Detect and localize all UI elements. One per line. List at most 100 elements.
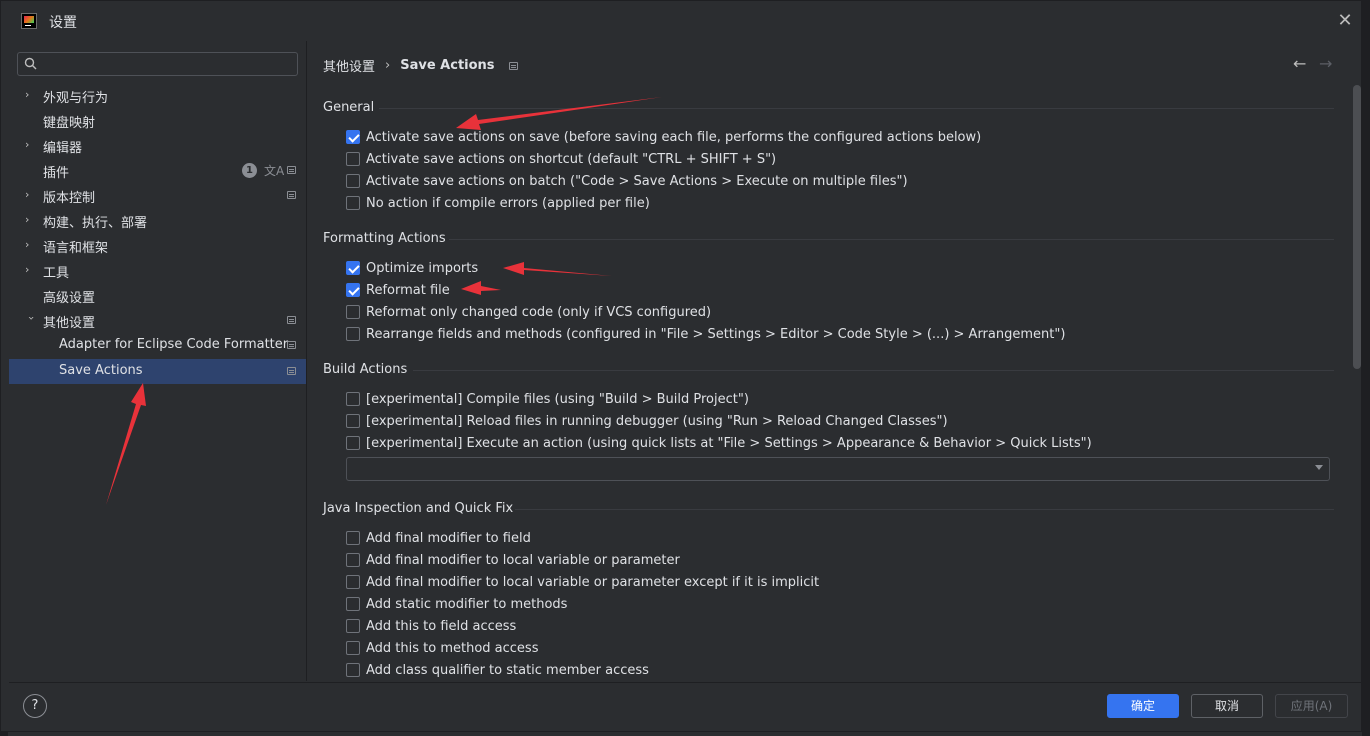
option-final-local-variable-except-implicit[interactable]: Add final modifier to local variable or … <box>346 572 819 592</box>
option-reformat-file[interactable]: Reformat file <box>346 280 450 300</box>
checkbox-checked[interactable] <box>346 261 360 275</box>
section-general-title: General <box>323 100 375 115</box>
sidebar-item-version-control[interactable]: › 版本控制 <box>9 183 306 208</box>
option-activate-on-shortcut[interactable]: Activate save actions on shortcut (defau… <box>346 149 776 169</box>
settings-sidebar: › 外观与行为 键盘映射 › 编辑器 插件 1 文A › 版本控制 › 构建、执… <box>9 41 306 681</box>
option-optimize-imports[interactable]: Optimize imports <box>346 258 478 278</box>
option-this-method-access[interactable]: Add this to method access <box>346 638 538 658</box>
checkbox[interactable] <box>346 531 360 545</box>
sidebar-item-label: 编辑器 <box>43 141 83 156</box>
option-label: No action if compile errors (applied per… <box>366 195 650 211</box>
footer-divider <box>9 682 1363 683</box>
ok-button[interactable]: 确定 <box>1107 694 1179 718</box>
chevron-right-icon: › <box>25 88 30 101</box>
project-settings-icon <box>287 316 296 324</box>
sidebar-item-editor[interactable]: › 编辑器 <box>9 133 306 158</box>
section-divider <box>515 509 1334 510</box>
checkbox-checked[interactable] <box>346 283 360 297</box>
option-label: Add this to field access <box>366 618 517 634</box>
sidebar-item-save-actions[interactable]: Save Actions <box>9 359 306 384</box>
option-activate-on-batch[interactable]: Activate save actions on batch ("Code > … <box>346 171 908 191</box>
back-arrow-icon[interactable]: ← <box>1293 54 1306 73</box>
sidebar-item-tools[interactable]: › 工具 <box>9 258 306 283</box>
sidebar-item-languages-frameworks[interactable]: › 语言和框架 <box>9 233 306 258</box>
cancel-button[interactable]: 取消 <box>1191 694 1263 718</box>
option-this-field-access[interactable]: Add this to field access <box>346 616 516 636</box>
breadcrumb: 其他设置 › Save Actions <box>323 56 518 75</box>
option-final-field[interactable]: Add final modifier to field <box>346 528 531 548</box>
sidebar-item-build-execution-deployment[interactable]: › 构建、执行、部署 <box>9 208 306 233</box>
checkbox[interactable] <box>346 597 360 611</box>
checkbox[interactable] <box>346 196 360 210</box>
sidebar-item-label: 其他设置 <box>43 316 96 331</box>
help-icon[interactable]: ? <box>23 694 47 718</box>
option-label: Activate save actions on save (before sa… <box>366 129 982 145</box>
checkbox[interactable] <box>346 663 360 677</box>
sidebar-item-label: 语言和框架 <box>43 241 109 256</box>
sidebar-item-keymap[interactable]: 键盘映射 <box>9 108 306 133</box>
sidebar-item-label: 外观与行为 <box>43 91 109 106</box>
background-strip-right <box>1362 0 1370 736</box>
search-input[interactable] <box>17 52 298 76</box>
option-activate-on-save[interactable]: Activate save actions on save (before sa… <box>346 127 981 147</box>
checkbox[interactable] <box>346 414 360 428</box>
checkbox[interactable] <box>346 553 360 567</box>
section-divider <box>413 370 1334 371</box>
option-label: Reformat only changed code (only if VCS … <box>366 304 712 320</box>
settings-dialog: 设置 ✕ › 外观与行为 键盘映射 › 编辑器 插件 1 文A › 版本控制 ›… <box>0 0 1363 732</box>
project-settings-icon <box>508 61 518 70</box>
checkbox[interactable] <box>346 436 360 450</box>
sidebar-item-other-settings[interactable]: › 其他设置 <box>9 308 306 333</box>
project-settings-icon <box>287 191 296 199</box>
checkbox[interactable] <box>346 305 360 319</box>
checkbox[interactable] <box>346 641 360 655</box>
quick-list-dropdown[interactable] <box>346 457 1330 481</box>
option-execute-action[interactable]: [experimental] Execute an action (using … <box>346 433 1092 453</box>
option-rearrange-fields[interactable]: Rearrange fields and methods (configured… <box>346 324 1065 344</box>
chevron-down-icon: › <box>25 316 38 321</box>
option-final-local-variable[interactable]: Add final modifier to local variable or … <box>346 550 680 570</box>
sidebar-item-plugins[interactable]: 插件 1 文A <box>9 158 306 183</box>
forward-arrow-icon: → <box>1319 54 1333 73</box>
option-no-action-if-compile-errors[interactable]: No action if compile errors (applied per… <box>346 193 650 213</box>
window-title: 设置 <box>49 15 77 31</box>
sidebar-item-eclipse-code-formatter[interactable]: Adapter for Eclipse Code Formatter <box>9 333 306 358</box>
checkbox[interactable] <box>346 575 360 589</box>
sidebar-item-label: 版本控制 <box>43 191 96 206</box>
search-icon <box>24 57 37 70</box>
section-divider <box>379 108 1334 109</box>
option-class-qualifier-static[interactable]: Add class qualifier to static member acc… <box>346 660 649 680</box>
content-scrollbar[interactable] <box>1353 85 1361 369</box>
sidebar-item-label: 工具 <box>43 266 70 281</box>
checkbox[interactable] <box>346 619 360 633</box>
option-compile-files[interactable]: [experimental] Compile files (using "Bui… <box>346 389 749 409</box>
close-icon[interactable]: ✕ <box>1335 11 1355 31</box>
translate-icon: 文A <box>264 164 285 178</box>
chevron-right-icon: › <box>25 238 30 251</box>
checkbox-checked[interactable] <box>346 130 360 144</box>
breadcrumb-parent[interactable]: 其他设置 <box>323 56 375 75</box>
option-label: Add class qualifier to static member acc… <box>366 662 649 678</box>
intellij-logo-icon <box>21 13 37 29</box>
checkbox[interactable] <box>346 327 360 341</box>
sidebar-item-appearance-behavior[interactable]: › 外观与行为 <box>9 83 306 108</box>
checkbox[interactable] <box>346 174 360 188</box>
checkbox[interactable] <box>346 152 360 166</box>
option-reload-files-debugger[interactable]: [experimental] Reload files in running d… <box>346 411 948 431</box>
option-reformat-changed-code[interactable]: Reformat only changed code (only if VCS … <box>346 302 711 322</box>
sidebar-item-advanced-settings[interactable]: 高级设置 <box>9 283 306 308</box>
breadcrumb-separator: › <box>385 58 391 73</box>
sidebar-item-label: Save Actions <box>59 363 143 378</box>
option-label: Add final modifier to local variable or … <box>366 552 680 568</box>
sidebar-item-label: 高级设置 <box>43 291 96 306</box>
title-bar: 设置 ✕ <box>1 1 1363 41</box>
chevron-right-icon: › <box>25 138 30 151</box>
project-settings-icon <box>287 341 296 349</box>
apply-button[interactable]: 应用(A) <box>1275 694 1348 718</box>
chevron-down-icon <box>1315 465 1323 470</box>
option-label: Activate save actions on batch ("Code > … <box>366 173 908 189</box>
project-settings-icon <box>287 166 296 174</box>
option-static-methods[interactable]: Add static modifier to methods <box>346 594 567 614</box>
checkbox[interactable] <box>346 392 360 406</box>
option-label: [experimental] Compile files (using "Bui… <box>366 391 749 407</box>
